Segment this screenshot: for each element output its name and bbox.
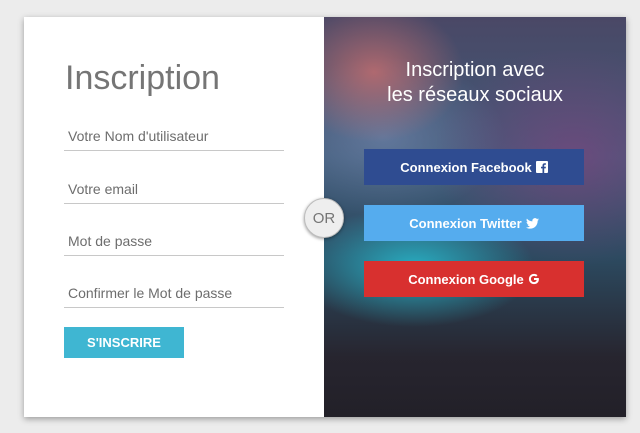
username-field[interactable] bbox=[64, 121, 284, 151]
twitter-login-button[interactable]: Connexion Twitter bbox=[364, 205, 584, 241]
signup-card: Inscription S'INSCRIRE OR Inscription av… bbox=[24, 17, 626, 417]
or-separator: OR bbox=[304, 198, 344, 238]
signup-button[interactable]: S'INSCRIRE bbox=[64, 327, 184, 358]
facebook-login-button[interactable]: Connexion Facebook bbox=[364, 149, 584, 185]
social-signup-panel: Inscription avec les réseaux sociaux Con… bbox=[324, 17, 626, 417]
google-button-label: Connexion Google bbox=[408, 271, 524, 287]
password-field[interactable] bbox=[64, 226, 284, 256]
email-field[interactable] bbox=[64, 174, 284, 204]
social-title-line1: Inscription avec bbox=[405, 59, 545, 81]
signup-form-panel: Inscription S'INSCRIRE bbox=[24, 17, 324, 417]
or-label: OR bbox=[312, 209, 336, 227]
social-title: Inscription avec les réseaux sociaux bbox=[324, 58, 626, 108]
page-title: Inscription bbox=[65, 59, 220, 97]
twitter-button-label: Connexion Twitter bbox=[409, 215, 522, 231]
confirm-password-field[interactable] bbox=[64, 278, 284, 308]
facebook-button-label: Connexion Facebook bbox=[400, 159, 532, 175]
google-login-button[interactable]: Connexion Google bbox=[364, 261, 584, 297]
google-icon bbox=[528, 273, 540, 285]
social-title-line2: les réseaux sociaux bbox=[387, 84, 563, 106]
facebook-icon bbox=[535, 161, 548, 173]
twitter-icon bbox=[525, 217, 539, 229]
